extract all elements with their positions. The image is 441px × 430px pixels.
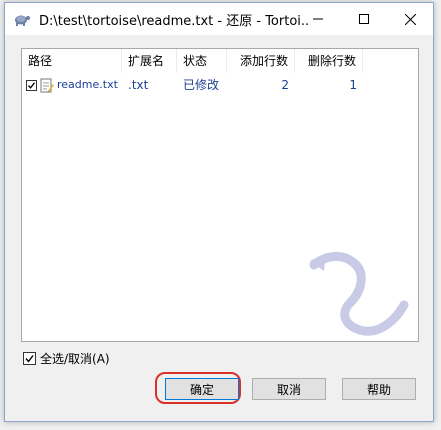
maximize-button[interactable] bbox=[341, 3, 387, 35]
close-button[interactable] bbox=[387, 3, 433, 35]
ok-button[interactable]: 确定 bbox=[165, 378, 239, 400]
column-header-status[interactable]: 状态 bbox=[177, 49, 227, 73]
row-status: 已修改 bbox=[183, 78, 220, 92]
help-button[interactable]: 帮助 bbox=[342, 378, 416, 400]
row-checkbox[interactable] bbox=[26, 79, 37, 91]
modified-file-icon bbox=[40, 78, 54, 92]
row-lines-deleted: 1 bbox=[349, 78, 357, 92]
select-all-checkbox[interactable] bbox=[23, 352, 36, 365]
select-all-label: 全选/取消(A) bbox=[40, 352, 110, 366]
revert-watermark-icon bbox=[309, 252, 409, 336]
select-all-toggle[interactable]: 全选/取消(A) bbox=[23, 350, 110, 367]
minimize-icon bbox=[313, 18, 323, 20]
title-bar[interactable]: D:\test\tortoise\readme.txt - 还原 - Torto… bbox=[5, 3, 433, 35]
checkmark-icon bbox=[28, 81, 36, 89]
checkmark-icon bbox=[25, 355, 34, 363]
column-header-lines-added[interactable]: 添加行数 bbox=[227, 49, 295, 73]
column-header-path[interactable]: 路径 bbox=[22, 49, 122, 73]
column-header-extension[interactable]: 扩展名 bbox=[122, 49, 177, 73]
file-path: readme.txt bbox=[57, 78, 118, 91]
row-lines-added: 2 bbox=[281, 78, 289, 92]
row-path-cell: readme.txt bbox=[22, 75, 122, 95]
changes-list[interactable]: 路径 扩展名 状态 添加行数 删除行数 readme.txt .txt 已修改 … bbox=[21, 48, 419, 342]
revert-dialog: D:\test\tortoise\readme.txt - 还原 - Torto… bbox=[4, 2, 434, 422]
cancel-button[interactable]: 取消 bbox=[252, 378, 326, 400]
window-title: D:\test\tortoise\readme.txt - 还原 - Torto… bbox=[39, 13, 309, 29]
list-header: 路径 扩展名 状态 添加行数 删除行数 bbox=[22, 49, 418, 73]
row-extension: .txt bbox=[128, 78, 149, 92]
maximize-icon bbox=[359, 14, 369, 24]
close-icon bbox=[404, 13, 416, 25]
column-header-lines-deleted[interactable]: 删除行数 bbox=[295, 49, 363, 73]
tortoise-icon bbox=[15, 15, 30, 26]
minimize-button[interactable] bbox=[295, 3, 341, 35]
list-item[interactable]: readme.txt .txt 已修改 2 1 bbox=[22, 75, 418, 95]
